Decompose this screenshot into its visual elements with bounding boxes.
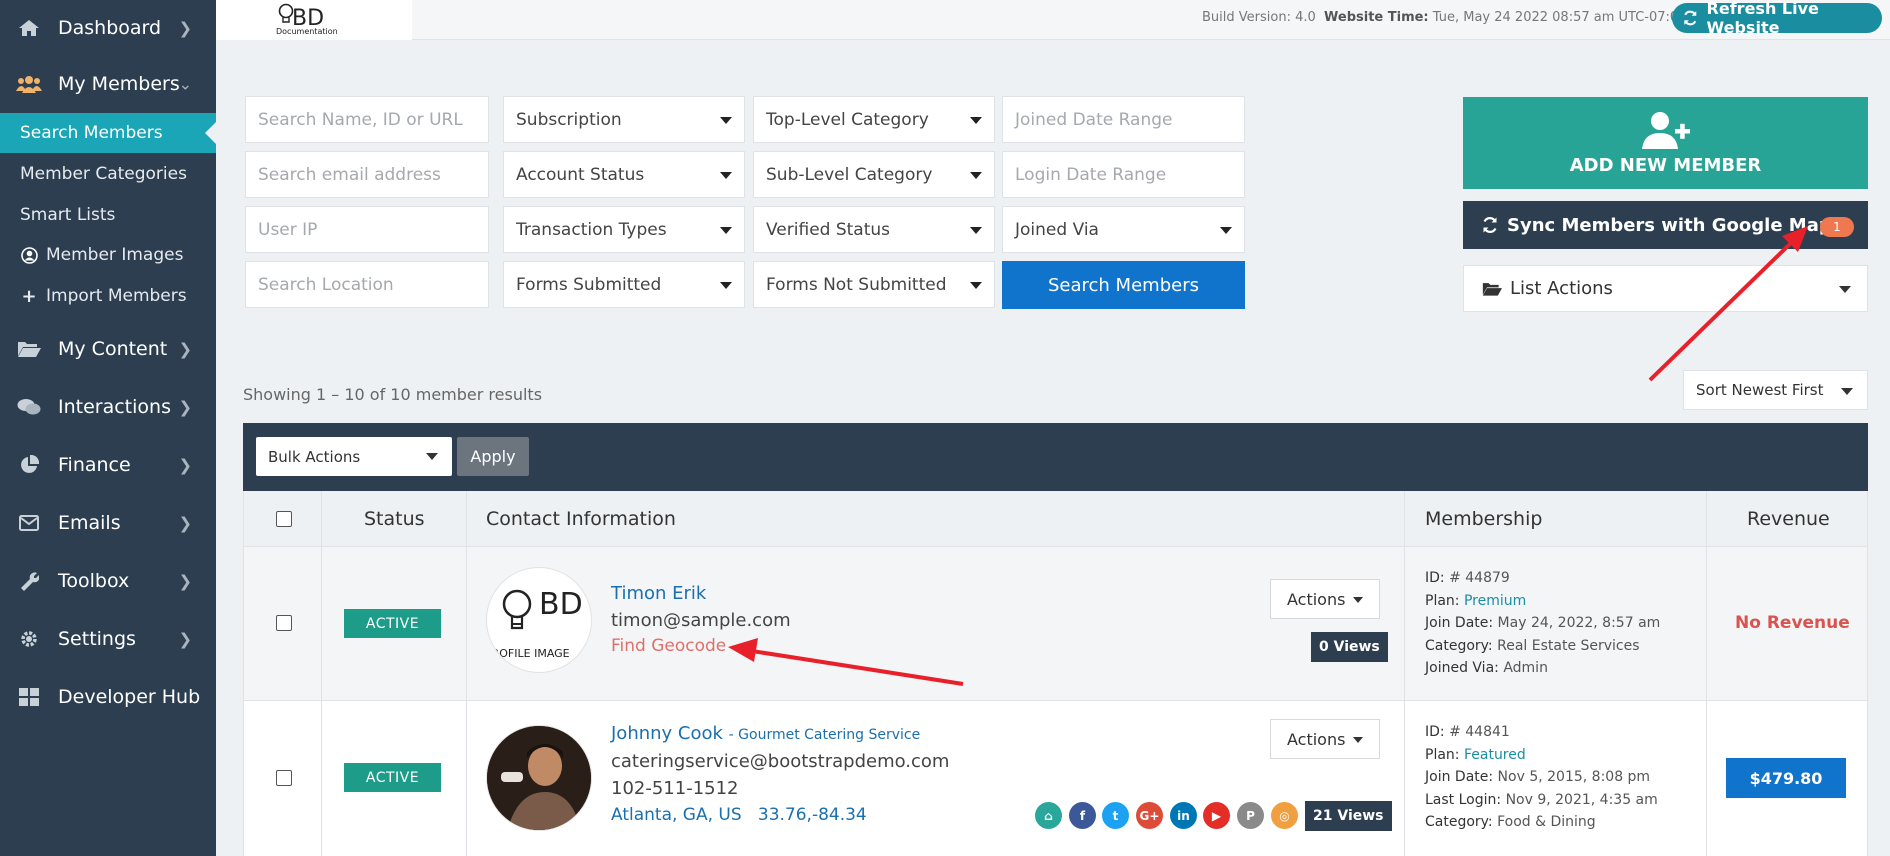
annotation-arrow: [751, 649, 964, 686]
annotation-overlay: [728, 226, 1808, 686]
annotation-arrow: [1648, 239, 1795, 382]
annotation-arrowhead: [728, 638, 758, 662]
